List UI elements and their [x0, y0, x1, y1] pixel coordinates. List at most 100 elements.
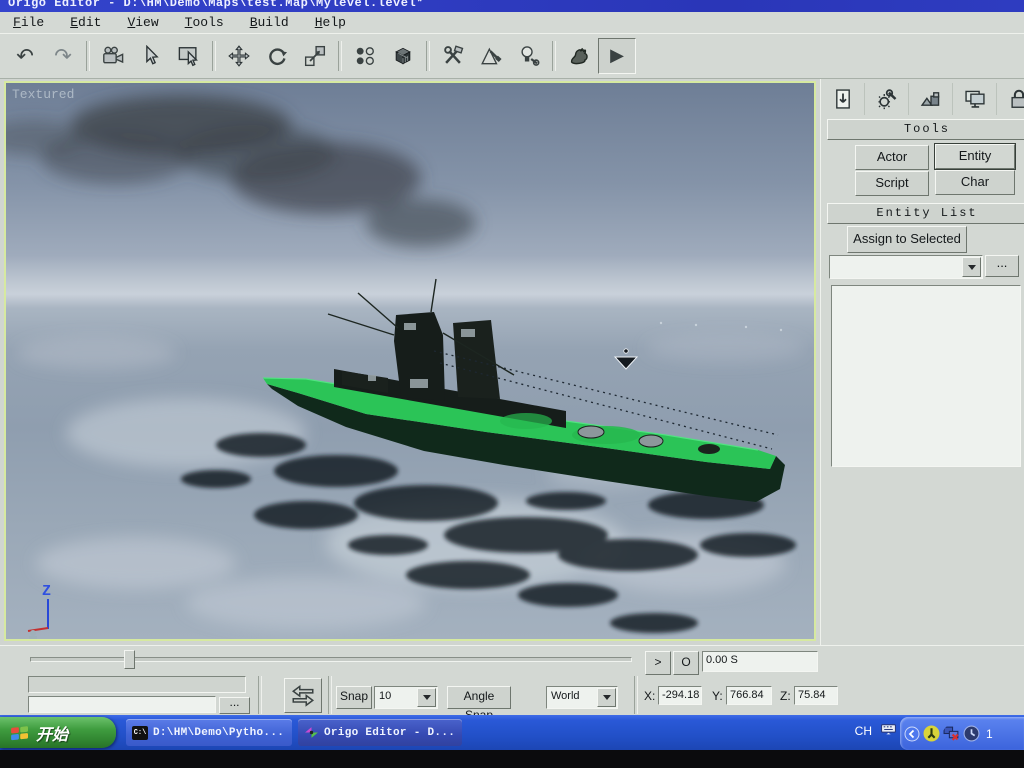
chevron-down-icon	[423, 695, 431, 700]
main-toolbar: ↶ ↷	[0, 33, 1024, 79]
undo-icon: ↶	[16, 46, 34, 66]
move-button[interactable]	[220, 38, 258, 74]
tab-terrain[interactable]	[909, 83, 953, 115]
play-icon: ▶	[610, 46, 624, 66]
keyboard-icon[interactable]	[881, 724, 896, 735]
toolbar-separator	[338, 41, 342, 71]
char-button[interactable]: Char	[935, 170, 1015, 195]
z-coordinate-field[interactable]: 75.84	[794, 686, 838, 705]
start-button[interactable]: 开始	[0, 717, 116, 748]
tray-network-icon[interactable]	[943, 725, 960, 742]
entity-dropdown[interactable]	[829, 255, 983, 279]
taskbar-item-origo-editor[interactable]: Origo Editor - D...	[298, 719, 462, 746]
x-coordinate-field[interactable]: -294.18	[658, 686, 702, 705]
menu-help[interactable]: Help	[302, 14, 359, 32]
build-tools-button[interactable]	[434, 38, 472, 74]
dropdown-arrow-button[interactable]	[417, 688, 436, 707]
menu-build[interactable]: Build	[237, 14, 302, 32]
time-field[interactable]: 0.00 S	[702, 651, 818, 672]
entity-list-box[interactable]	[831, 285, 1021, 467]
terrain-tool-button[interactable]	[472, 38, 510, 74]
step-button[interactable]: >	[645, 651, 671, 675]
main-area: Z Textured	[0, 79, 1024, 645]
tab-lock[interactable]	[997, 83, 1024, 115]
tab-display[interactable]	[953, 83, 997, 115]
cone-hammer-icon	[480, 45, 502, 67]
chevron-down-icon	[603, 695, 611, 700]
marquee-select-button[interactable]	[170, 38, 208, 74]
cube-button[interactable]	[384, 38, 422, 74]
z-label: Z:	[780, 689, 791, 703]
creature-tool-button[interactable]	[560, 38, 598, 74]
taskbar-item-console[interactable]: C:\ D:\HM\Demo\Pytho...	[126, 719, 292, 746]
snap-button[interactable]: Snap	[336, 686, 372, 709]
reset-button[interactable]: O	[673, 651, 699, 675]
dropdown-arrow-button[interactable]	[597, 688, 616, 707]
rotate-button[interactable]	[258, 38, 296, 74]
panel-tab-row	[821, 83, 1024, 117]
y-coordinate-field[interactable]: 766.84	[726, 686, 772, 705]
menu-file[interactable]: File	[0, 14, 57, 32]
terrain-icon	[920, 88, 942, 110]
taskbar-item-label: Origo Editor - D...	[324, 727, 455, 739]
timeline-slider-track[interactable]	[30, 657, 632, 662]
path-field-secondary[interactable]	[28, 676, 246, 693]
hammer-wrench-icon	[442, 45, 464, 67]
import-file-icon	[832, 88, 854, 110]
entity-browse-button[interactable]: ...	[985, 255, 1019, 277]
swap-layers-button[interactable]	[284, 678, 322, 713]
redo-button[interactable]: ↷	[44, 38, 82, 74]
angle-snap-button[interactable]: Angle Snap	[447, 686, 511, 709]
actor-button[interactable]: Actor	[855, 145, 929, 170]
display-icon	[964, 88, 986, 110]
tray-scheduler-icon[interactable]	[963, 725, 980, 742]
x-label: X:	[644, 689, 655, 703]
vertex-dots-icon	[354, 45, 376, 67]
bottom-separator	[258, 676, 262, 714]
coord-space-value: World	[551, 690, 580, 702]
menu-tools[interactable]: Tools	[172, 14, 237, 32]
smoke-clouds	[6, 95, 476, 247]
menu-edit[interactable]: Edit	[57, 14, 114, 32]
gear-wrench-icon	[876, 88, 898, 110]
play-button[interactable]: ▶	[598, 38, 636, 74]
assign-to-selected-button[interactable]: Assign to Selected	[847, 226, 967, 253]
language-indicator[interactable]: CH	[855, 724, 872, 738]
stacked-arrows-icon	[290, 682, 316, 708]
undo-button[interactable]: ↶	[6, 38, 44, 74]
select-button[interactable]	[132, 38, 170, 74]
toolbar-separator	[86, 41, 90, 71]
windows-logo-icon	[10, 724, 30, 741]
cube-icon	[392, 45, 414, 67]
gizmo-z-label: Z	[42, 583, 51, 600]
light-tool-button[interactable]	[510, 38, 548, 74]
camera-button[interactable]	[94, 38, 132, 74]
entity-button[interactable]: Entity	[935, 144, 1015, 169]
rotate-icon	[266, 45, 288, 67]
tab-gear-wrench[interactable]	[865, 83, 909, 115]
scale-button[interactable]	[296, 38, 334, 74]
chevron-down-icon	[968, 265, 976, 270]
tab-import-file[interactable]	[821, 83, 865, 115]
path-field-primary[interactable]	[28, 696, 216, 713]
script-button[interactable]: Script	[855, 171, 929, 196]
right-tool-panel: Tools Actor Entity Script Char Entity Li…	[820, 79, 1024, 645]
lock-icon	[1008, 88, 1024, 110]
tools-header: Tools	[827, 119, 1024, 140]
snap-size-dropdown[interactable]: 10	[374, 686, 438, 709]
y-label: Y:	[712, 689, 723, 703]
vertex-mode-button[interactable]	[346, 38, 384, 74]
tray-collapse-chevron-icon[interactable]	[904, 726, 920, 742]
path-browse-button[interactable]: ...	[219, 697, 250, 714]
menu-view[interactable]: View	[114, 14, 171, 32]
tray-antivirus-icon[interactable]	[923, 725, 940, 742]
viewport-3d[interactable]: Z Textured	[4, 81, 816, 641]
menu-bar: File Edit View Tools Build Help	[0, 12, 1024, 34]
ship-funnel	[453, 320, 500, 399]
dropdown-arrow-button[interactable]	[962, 257, 981, 277]
timeline-slider-handle[interactable]	[124, 650, 135, 669]
toolbar-separator	[212, 41, 216, 71]
render-mode-label: Textured	[12, 87, 74, 102]
tray-clock[interactable]: 1	[986, 727, 993, 741]
coord-space-dropdown[interactable]: World	[546, 686, 618, 709]
